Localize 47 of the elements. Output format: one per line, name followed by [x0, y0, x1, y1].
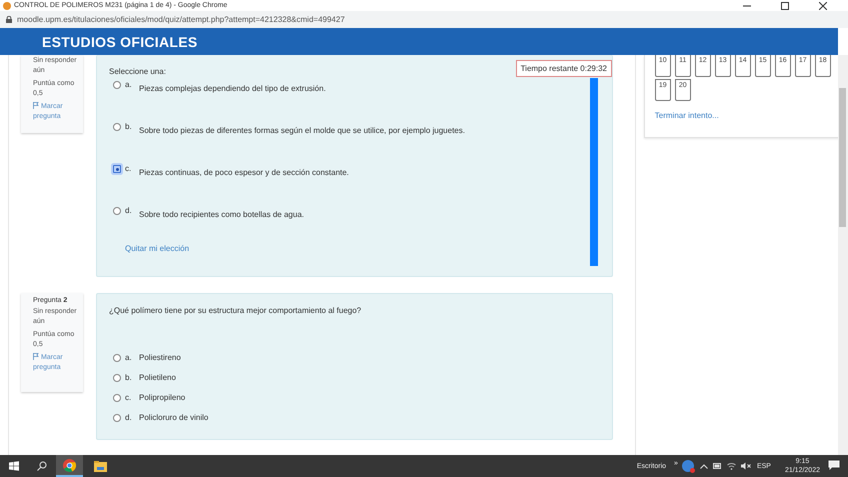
clear-choice-link[interactable]: Quitar mi elección [125, 244, 190, 253]
option-text[interactable]: Sobre todo recipientes como botellas de agua. [139, 210, 304, 219]
wifi-icon[interactable] [726, 462, 736, 470]
site-icon [3, 2, 11, 10]
timer: Tiempo restante 0:29:32 [516, 60, 612, 77]
finish-attempt-link[interactable]: Terminar intento... [654, 111, 719, 120]
option-letter: c. [125, 393, 132, 402]
radio-button[interactable] [113, 81, 121, 89]
radio-button[interactable] [113, 414, 121, 422]
speaker-muted-icon[interactable] [740, 462, 752, 470]
option-letter: d. [125, 413, 133, 422]
option-letter: b. [125, 122, 133, 131]
browser-icon [63, 458, 76, 472]
notifications-icon[interactable] [828, 460, 841, 472]
battery-icon[interactable] [712, 463, 722, 469]
option-letter: a. [125, 353, 133, 362]
flag-icon [33, 353, 39, 360]
option-letter: d. [125, 206, 133, 215]
scrollbar[interactable] [838, 55, 848, 455]
option-letter: c. [125, 164, 132, 173]
radio-button[interactable] [113, 394, 121, 402]
folder-icon[interactable] [94, 460, 107, 472]
radio-button[interactable] [113, 374, 121, 382]
chevron-up-icon[interactable] [700, 464, 708, 468]
option-text[interactable]: Piezas complejas dependiendo del tipo de extrusión. [139, 84, 326, 93]
radio-button[interactable] [113, 207, 121, 215]
flag-icon [33, 102, 39, 109]
windows-start-icon[interactable] [9, 461, 19, 471]
search-icon[interactable] [37, 461, 47, 471]
option-text[interactable]: Policloruro de vinilo [139, 413, 208, 422]
option-text[interactable]: Piezas continuas, de poco espesor y de sección constante. [139, 168, 349, 177]
option-text[interactable]: Polipropileno [139, 393, 186, 402]
radio-button[interactable] [113, 354, 121, 362]
close-icon[interactable] [819, 2, 827, 10]
site-title[interactable]: ESTUDIOS OFICIALES [42, 34, 198, 50]
lock-icon [6, 16, 12, 23]
option-text[interactable]: Polietileno [139, 373, 176, 382]
browser-taskbar-button[interactable] [56, 455, 83, 477]
option-text[interactable]: Sobre todo piezas de diferentes formas según el molde que se utilice, por ejemplo juguetes. [139, 126, 465, 135]
option-letter: a. [125, 80, 133, 89]
radio-button[interactable] [113, 123, 121, 131]
maximize-icon[interactable] [781, 2, 789, 10]
question-text: ¿Qué polímero tiene por su estructura mejor comportamiento al fuego? [109, 306, 362, 315]
prompt-text: Seleccione una: [109, 67, 166, 76]
radio-button[interactable] [113, 165, 121, 173]
option-letter: b. [125, 373, 133, 382]
option-text[interactable]: Poliestireno [139, 353, 181, 362]
